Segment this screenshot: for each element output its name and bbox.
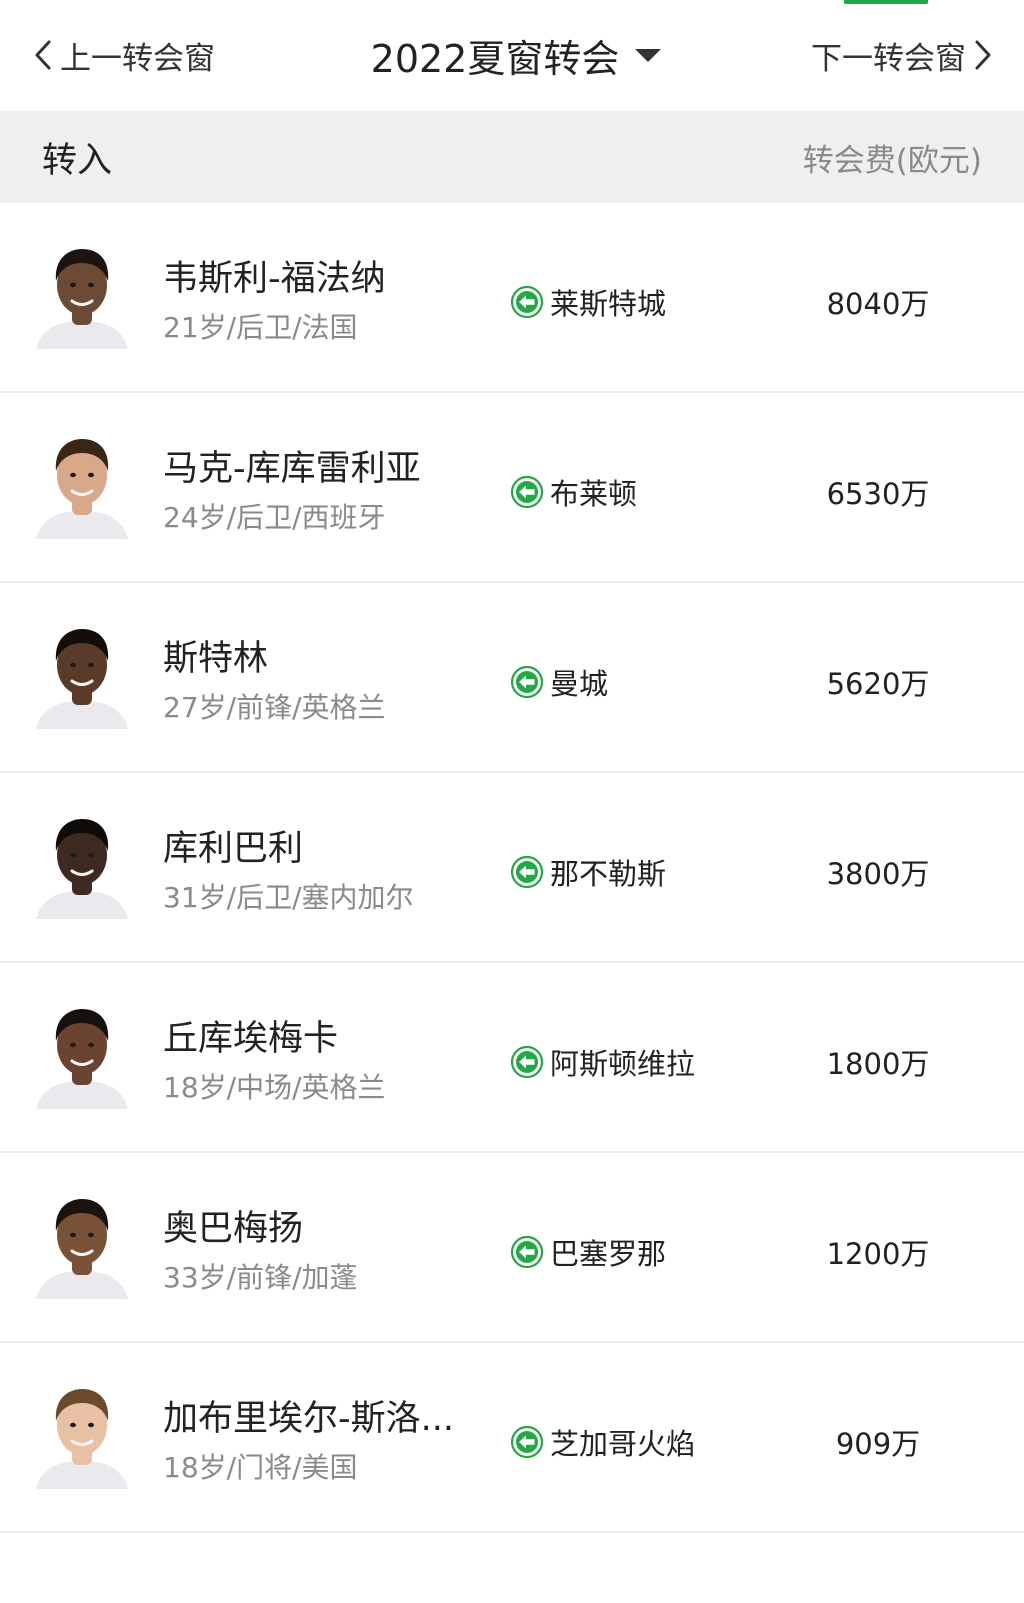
player-avatar: [32, 811, 132, 919]
player-meta: 31岁/后卫/塞内加尔: [163, 881, 414, 914]
arrow-left-circle-icon: [510, 855, 544, 889]
transfer-fee: 6530万: [826, 477, 930, 511]
player-avatar: [32, 621, 132, 729]
player-name: 韦斯利-福法纳: [163, 259, 386, 299]
player-meta: 18岁/门将/美国: [163, 1451, 358, 1484]
from-club: 芝加哥火焰: [510, 1421, 695, 1463]
page-title: 2022夏窗转会: [370, 36, 620, 81]
arrow-left-circle-icon: [510, 475, 544, 509]
from-club-name: 曼城: [550, 667, 609, 701]
section-title: 转入: [42, 140, 113, 181]
player-avatar: [32, 1001, 132, 1109]
next-window-label: 下一转会窗: [811, 40, 966, 77]
player-name: 马克-库库雷利亚: [163, 449, 421, 489]
arrow-left-circle-icon: [510, 1235, 544, 1269]
player-name: 斯特林: [163, 639, 269, 679]
chevron-right-icon: [975, 40, 991, 70]
from-club: 阿斯顿维拉: [510, 1041, 695, 1083]
transfer-row[interactable]: 斯特林 27岁/前锋/英格兰 曼城 5620万: [0, 583, 1024, 773]
arrow-left-circle-icon: [510, 1425, 544, 1459]
player-name: 奥巴梅扬: [163, 1209, 304, 1249]
arrow-left-circle-icon: [510, 665, 544, 699]
from-club: 曼城: [510, 661, 608, 703]
player-avatar: [32, 431, 132, 539]
transfer-row[interactable]: 奥巴梅扬 33岁/前锋/加蓬 巴塞罗那 1200万: [0, 1153, 1024, 1343]
player-name: 库利巴利: [163, 829, 304, 869]
player-photo-icon: [36, 819, 128, 919]
from-club: 布莱顿: [510, 471, 637, 513]
player-photo-icon: [36, 1389, 128, 1489]
transfer-row[interactable]: 丘库埃梅卡 18岁/中场/英格兰 阿斯顿维拉 1800万: [0, 963, 1024, 1153]
player-meta: 24岁/后卫/西班牙: [163, 501, 386, 534]
from-club-name: 莱斯特城: [550, 287, 667, 321]
player-meta: 27岁/前锋/英格兰: [163, 691, 386, 724]
from-club-name: 阿斯顿维拉: [550, 1047, 696, 1081]
player-meta: 18岁/中场/英格兰: [163, 1071, 386, 1104]
player-photo-icon: [36, 439, 128, 539]
from-club-name: 那不勒斯: [550, 857, 667, 891]
transfer-row[interactable]: 韦斯利-福法纳 21岁/后卫/法国 莱斯特城 8040万: [0, 203, 1024, 393]
from-club-name: 芝加哥火焰: [550, 1427, 696, 1461]
player-photo-icon: [36, 249, 128, 349]
arrow-left-circle-icon: [510, 1045, 544, 1079]
player-name: 加布里埃尔-斯洛...: [163, 1399, 455, 1439]
transfer-row[interactable]: 马克-库库雷利亚 24岁/后卫/西班牙 布莱顿 6530万: [0, 393, 1024, 583]
fee-column-header: 转会费(欧元): [802, 142, 982, 179]
player-photo-icon: [36, 1009, 128, 1109]
transfer-list: 韦斯利-福法纳 21岁/后卫/法国 莱斯特城 8040万 马克-库库雷利亚 24…: [0, 203, 1024, 1533]
player-avatar: [32, 1191, 132, 1299]
transfer-fee: 909万: [835, 1427, 921, 1461]
arrow-left-circle-icon: [510, 285, 544, 319]
from-club-name: 巴塞罗那: [550, 1237, 667, 1271]
from-club: 巴塞罗那: [510, 1231, 666, 1273]
player-meta: 21岁/后卫/法国: [163, 311, 358, 344]
top-nav-bar: 上一转会窗 2022夏窗转会 下一转会窗: [0, 0, 1024, 111]
from-club-name: 布莱顿: [550, 477, 638, 511]
player-avatar: [32, 241, 132, 349]
accent-strip: [844, 0, 928, 4]
player-photo-icon: [36, 1199, 128, 1299]
player-avatar: [32, 1381, 132, 1489]
transfer-fee: 8040万: [826, 287, 930, 321]
player-meta: 33岁/前锋/加蓬: [163, 1261, 358, 1294]
player-photo-icon: [36, 629, 128, 729]
next-window-button[interactable]: 下一转会窗: [811, 30, 994, 80]
transfer-fee: 1200万: [826, 1237, 930, 1271]
transfer-fee: 1800万: [826, 1047, 930, 1081]
transfer-row[interactable]: 加布里埃尔-斯洛... 18岁/门将/美国 芝加哥火焰 909万: [0, 1343, 1024, 1533]
transfer-row[interactable]: 库利巴利 31岁/后卫/塞内加尔 那不勒斯 3800万: [0, 773, 1024, 963]
caret-down-icon: [635, 48, 662, 62]
window-selector[interactable]: 2022夏窗转会: [371, 28, 662, 83]
player-name: 丘库埃梅卡: [163, 1019, 339, 1059]
prev-window-button[interactable]: 上一转会窗: [32, 30, 215, 80]
transfer-fee: 3800万: [826, 857, 930, 891]
chevron-left-icon: [35, 40, 51, 70]
section-header: 转入 转会费(欧元): [0, 111, 1024, 203]
prev-window-label: 上一转会窗: [60, 40, 215, 77]
transfer-fee: 5620万: [826, 667, 930, 701]
from-club: 那不勒斯: [510, 851, 666, 893]
from-club: 莱斯特城: [510, 281, 666, 323]
